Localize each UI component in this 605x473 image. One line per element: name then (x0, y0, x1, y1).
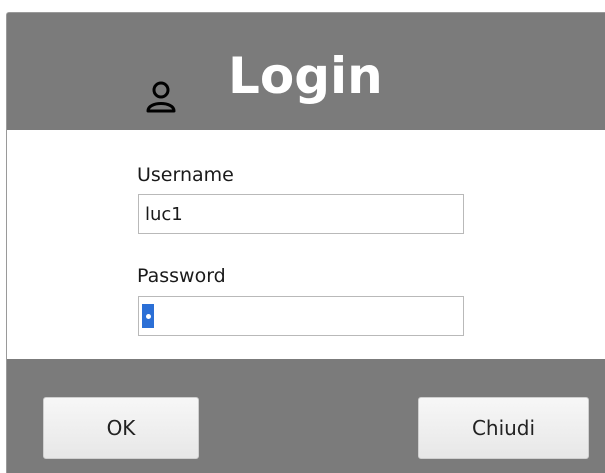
dialog-footer: OK Chiudi (7, 359, 605, 473)
close-button[interactable]: Chiudi (418, 397, 589, 459)
login-form: Username Password (7, 130, 605, 359)
password-input[interactable] (138, 296, 464, 336)
username-input[interactable] (138, 194, 464, 234)
password-selection (142, 304, 154, 328)
dialog-header: Login (7, 13, 605, 130)
ok-button[interactable]: OK (43, 397, 199, 459)
login-dialog: Login Username Password OK Chiudi (6, 12, 605, 473)
password-label: Password (137, 265, 226, 287)
username-label: Username (137, 164, 234, 186)
user-icon (142, 81, 180, 113)
password-mask-dot (145, 313, 151, 319)
dialog-title: Login (228, 47, 383, 105)
